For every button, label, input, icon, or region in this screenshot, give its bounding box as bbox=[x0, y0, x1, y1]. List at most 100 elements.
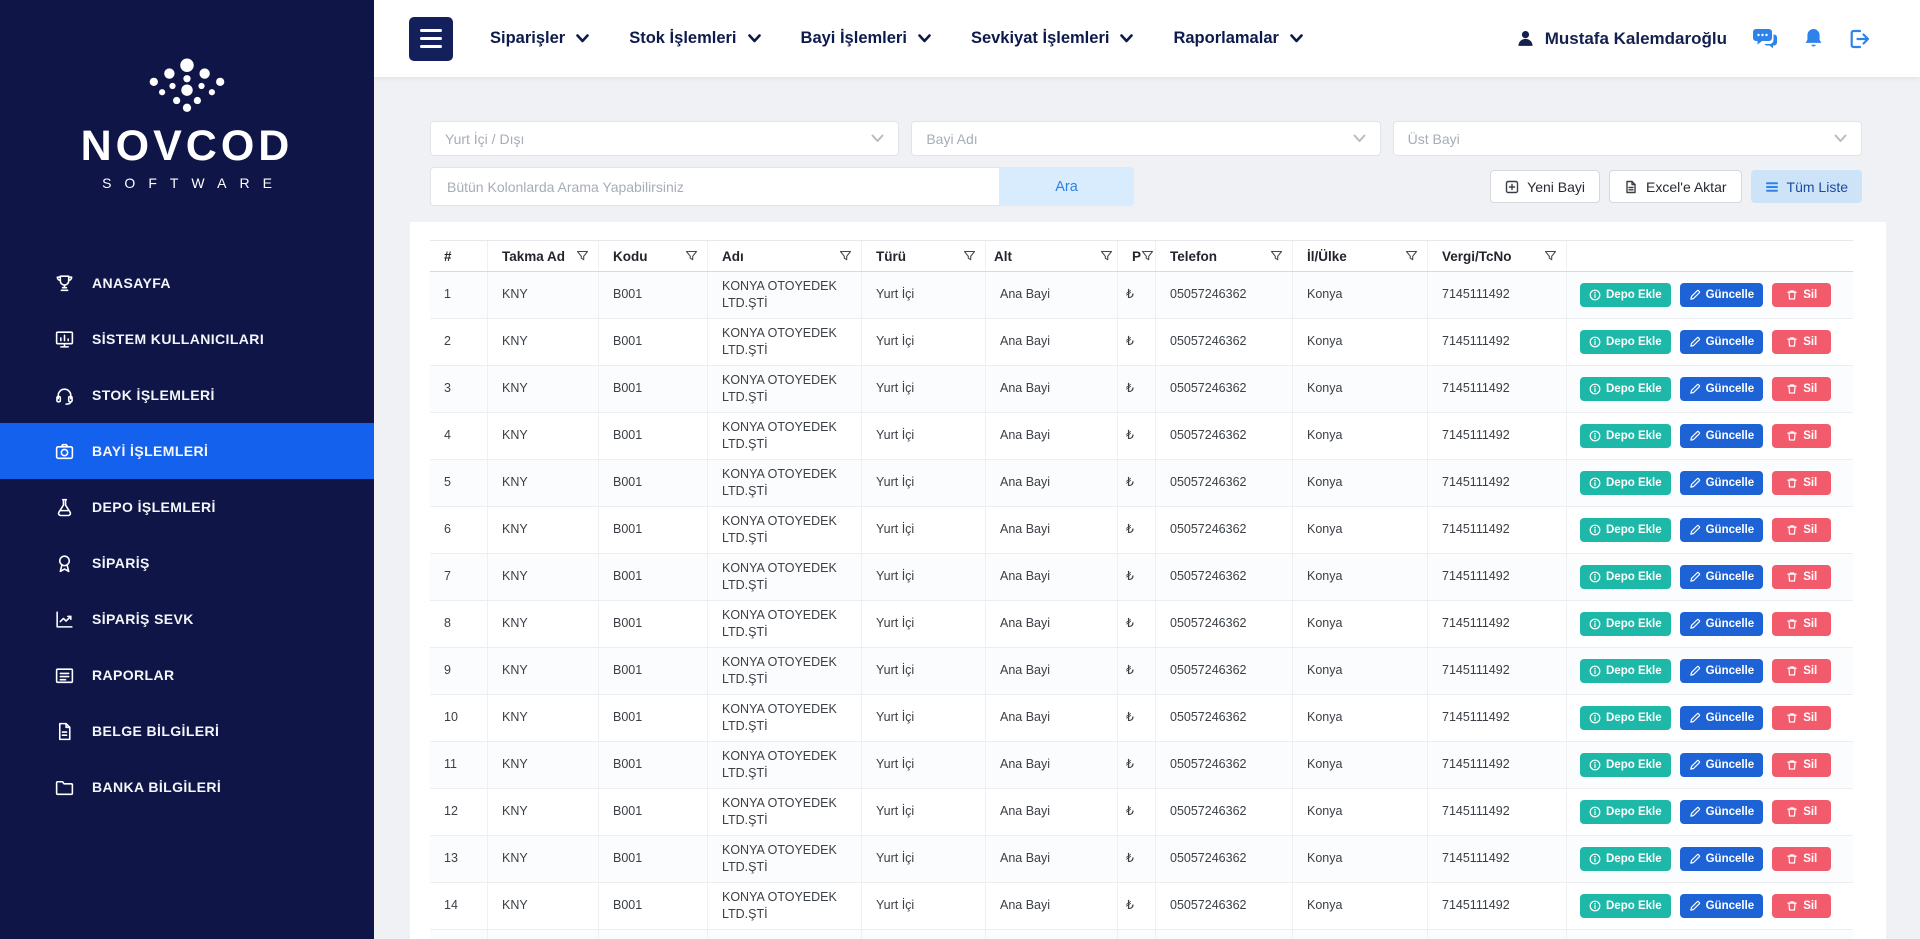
guncelle-button[interactable]: Güncelle bbox=[1680, 800, 1764, 824]
sidebar-item[interactable]: SİPARİŞ SEVK bbox=[0, 591, 374, 647]
messages-icon[interactable] bbox=[1753, 28, 1778, 49]
column-filter-icon[interactable] bbox=[1544, 250, 1557, 262]
sidebar-item[interactable]: BAYİ İŞLEMLERİ bbox=[0, 423, 374, 479]
sil-button[interactable]: Sil bbox=[1772, 565, 1831, 589]
column-header: Alt bbox=[986, 241, 1118, 271]
cell-turu: Yurt İçi bbox=[862, 648, 986, 694]
sidebar-item[interactable]: RAPORLAR bbox=[0, 647, 374, 703]
column-filter-icon[interactable] bbox=[1100, 250, 1113, 262]
depo-ekle-button[interactable]: Depo Ekle bbox=[1580, 800, 1671, 824]
topnav-item[interactable]: Bayi İşlemleri bbox=[801, 29, 931, 48]
full-list-button[interactable]: Tüm Liste bbox=[1751, 170, 1862, 203]
parent-dealer-select[interactable]: Üst Bayi bbox=[1393, 121, 1862, 156]
notifications-icon[interactable] bbox=[1804, 28, 1823, 50]
sidebar-item[interactable]: ANASAYFA bbox=[0, 255, 374, 311]
dealer-name-select[interactable]: Bayi Adı bbox=[911, 121, 1380, 156]
depo-ekle-button[interactable]: Depo Ekle bbox=[1580, 565, 1671, 589]
table-row: 12 KNY B001 KONYA OTOYEDEK LTD.ŞTİ Yurt … bbox=[430, 789, 1853, 836]
column-filter-icon[interactable] bbox=[839, 250, 852, 262]
cell-actions: Depo Ekle Güncelle Sil bbox=[1567, 460, 1853, 506]
depo-ekle-button[interactable]: Depo Ekle bbox=[1580, 612, 1671, 636]
sidebar-item[interactable]: STOK İŞLEMLERİ bbox=[0, 367, 374, 423]
depo-ekle-button[interactable]: Depo Ekle bbox=[1580, 706, 1671, 730]
info-icon bbox=[1589, 336, 1601, 348]
sidebar-item[interactable]: SİPARİŞ bbox=[0, 535, 374, 591]
user-menu[interactable]: Mustafa Kalemdaroğlu bbox=[1516, 29, 1727, 49]
sil-button[interactable]: Sil bbox=[1772, 471, 1831, 495]
guncelle-button[interactable]: Güncelle bbox=[1680, 377, 1764, 401]
cell-il-ulke: Konya bbox=[1293, 930, 1428, 939]
sil-button[interactable]: Sil bbox=[1772, 330, 1831, 354]
cell-adi: KONYA OTOYEDEK LTD.ŞTİ bbox=[708, 601, 862, 647]
column-filter-icon[interactable] bbox=[685, 250, 698, 262]
new-dealer-button[interactable]: Yeni Bayi bbox=[1490, 170, 1600, 203]
guncelle-button[interactable]: Güncelle bbox=[1680, 612, 1764, 636]
depo-ekle-button[interactable]: Depo Ekle bbox=[1580, 847, 1671, 871]
topnav-item[interactable]: Raporlamalar bbox=[1173, 29, 1302, 48]
depo-ekle-button[interactable]: Depo Ekle bbox=[1580, 753, 1671, 777]
guncelle-button[interactable]: Güncelle bbox=[1680, 283, 1764, 307]
sil-button[interactable]: Sil bbox=[1772, 847, 1831, 871]
guncelle-button[interactable]: Güncelle bbox=[1680, 706, 1764, 730]
country-type-select[interactable]: Yurt İçi / Dışı bbox=[430, 121, 899, 156]
cell-turu: Yurt İçi bbox=[862, 695, 986, 741]
depo-ekle-button[interactable]: Depo Ekle bbox=[1580, 518, 1671, 542]
column-filter-icon[interactable] bbox=[1405, 250, 1418, 262]
guncelle-button[interactable]: Güncelle bbox=[1680, 847, 1764, 871]
sil-button[interactable]: Sil bbox=[1772, 659, 1831, 683]
logout-icon[interactable] bbox=[1849, 29, 1871, 49]
cell-actions: Depo Ekle Güncelle Sil bbox=[1567, 836, 1853, 882]
search-input[interactable] bbox=[430, 167, 999, 206]
sil-button[interactable]: Sil bbox=[1772, 518, 1831, 542]
guncelle-button[interactable]: Güncelle bbox=[1680, 330, 1764, 354]
guncelle-button[interactable]: Güncelle bbox=[1680, 471, 1764, 495]
table-row: 15 KNY B001 KONYA OTOYEDEK LTD.ŞTİ Yurt … bbox=[430, 930, 1853, 939]
depo-ekle-button[interactable]: Depo Ekle bbox=[1580, 894, 1671, 918]
guncelle-button[interactable]: Güncelle bbox=[1680, 565, 1764, 589]
sil-button[interactable]: Sil bbox=[1772, 894, 1831, 918]
depo-ekle-button[interactable]: Depo Ekle bbox=[1580, 330, 1671, 354]
cell-para-birimi: ₺ bbox=[1118, 319, 1156, 365]
sidebar-item[interactable]: BANKA BİLGİLERİ bbox=[0, 759, 374, 815]
cell-alt: Ana Bayi bbox=[986, 601, 1118, 647]
guncelle-button[interactable]: Güncelle bbox=[1680, 659, 1764, 683]
cell-takma-ad: KNY bbox=[488, 413, 599, 459]
depo-ekle-button[interactable]: Depo Ekle bbox=[1580, 659, 1671, 683]
sil-button[interactable]: Sil bbox=[1772, 800, 1831, 824]
export-excel-button[interactable]: Excel'e Aktar bbox=[1609, 170, 1742, 203]
sidebar-item[interactable]: BELGE BİLGİLERİ bbox=[0, 703, 374, 759]
depo-ekle-button[interactable]: Depo Ekle bbox=[1580, 283, 1671, 307]
sil-button[interactable]: Sil bbox=[1772, 424, 1831, 448]
topnav-item[interactable]: Sevkiyat İşlemleri bbox=[971, 29, 1134, 48]
guncelle-button[interactable]: Güncelle bbox=[1680, 894, 1764, 918]
depo-ekle-button[interactable]: Depo Ekle bbox=[1580, 377, 1671, 401]
sil-button[interactable]: Sil bbox=[1772, 753, 1831, 777]
column-filter-icon[interactable] bbox=[963, 250, 976, 262]
depo-ekle-button[interactable]: Depo Ekle bbox=[1580, 424, 1671, 448]
menu-toggle-button[interactable] bbox=[409, 17, 453, 61]
column-filter-icon[interactable] bbox=[576, 250, 589, 262]
guncelle-button[interactable]: Güncelle bbox=[1680, 518, 1764, 542]
cell-kodu: B001 bbox=[599, 460, 708, 506]
search-button[interactable]: Ara bbox=[999, 167, 1134, 206]
topnav-item[interactable]: Siparişler bbox=[490, 29, 589, 48]
depo-ekle-button[interactable]: Depo Ekle bbox=[1580, 471, 1671, 495]
column-filter-icon[interactable] bbox=[1141, 250, 1154, 262]
cell-actions: Depo Ekle Güncelle Sil bbox=[1567, 507, 1853, 553]
guncelle-button[interactable]: Güncelle bbox=[1680, 753, 1764, 777]
cell-alt: Ana Bayi bbox=[986, 789, 1118, 835]
sil-button[interactable]: Sil bbox=[1772, 377, 1831, 401]
sil-button[interactable]: Sil bbox=[1772, 706, 1831, 730]
sil-button[interactable]: Sil bbox=[1772, 612, 1831, 636]
cell-row-number: 4 bbox=[430, 413, 488, 459]
topnav-item[interactable]: Stok İşlemleri bbox=[629, 29, 760, 48]
sil-button[interactable]: Sil bbox=[1772, 283, 1831, 307]
sidebar-item[interactable]: SİSTEM KULLANICILARI bbox=[0, 311, 374, 367]
guncelle-button[interactable]: Güncelle bbox=[1680, 424, 1764, 448]
column-filter-icon[interactable] bbox=[1270, 250, 1283, 262]
cell-kodu: B001 bbox=[599, 742, 708, 788]
sidebar-item[interactable]: DEPO İŞLEMLERİ bbox=[0, 479, 374, 535]
trash-icon bbox=[1786, 571, 1798, 583]
cell-para-birimi: ₺ bbox=[1118, 460, 1156, 506]
sidebar-item-label: BANKA BİLGİLERİ bbox=[92, 779, 221, 795]
